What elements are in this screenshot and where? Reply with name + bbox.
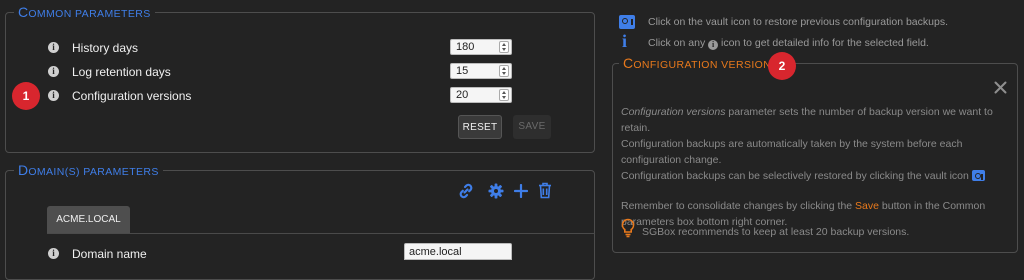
domain-name-label: Domain name xyxy=(72,247,147,261)
stepper-icon[interactable] xyxy=(499,41,509,53)
info-icon[interactable]: i xyxy=(48,42,59,53)
info-icon[interactable]: i xyxy=(48,90,59,101)
link-icon[interactable] xyxy=(457,182,475,200)
recommendation-text: SGBox recommends to keep at least 20 bac… xyxy=(642,226,910,238)
stepper-icon[interactable] xyxy=(499,65,509,77)
help-line-2: Configuration backups are automatically … xyxy=(621,138,963,166)
common-parameters-box: COMMON PARAMETERS xyxy=(5,4,595,153)
help-description: Configuration versions parameter sets th… xyxy=(621,104,1011,230)
stepper-icon[interactable] xyxy=(499,89,509,101)
save-button[interactable]: SAVE xyxy=(513,115,551,139)
reset-button[interactable]: RESET xyxy=(458,115,502,139)
info-tip: Click on any i icon to get detailed info… xyxy=(648,37,929,50)
step-badge-1: 1 xyxy=(12,82,40,110)
trash-icon[interactable] xyxy=(538,182,552,199)
configuration-versions-legend: CONFIGURATION VERSIONS xyxy=(619,55,783,73)
lightbulb-icon xyxy=(621,218,635,238)
vault-icon xyxy=(619,15,635,29)
common-parameters-legend: COMMON PARAMETERS xyxy=(14,4,155,22)
close-icon[interactable] xyxy=(994,81,1007,94)
domain-parameters-legend: DOMAIN(S) PARAMETERS xyxy=(14,162,163,180)
domain-name-field[interactable]: acme.local xyxy=(404,243,512,260)
help-line-3: Configuration backups can be selectively… xyxy=(621,168,1011,184)
vault-tip: Click on the vault icon to restore previ… xyxy=(648,16,948,28)
log-retention-days-input[interactable]: 15 xyxy=(450,63,512,79)
info-i-icon: i xyxy=(622,31,628,51)
gear-icon[interactable] xyxy=(488,183,504,199)
vault-icon xyxy=(971,170,985,181)
history-days-input[interactable]: 180 xyxy=(450,39,512,55)
info-icon: i xyxy=(708,40,719,50)
step-badge-2: 2 xyxy=(768,52,796,80)
log-retention-days-label: Log retention days xyxy=(72,65,171,79)
add-icon[interactable] xyxy=(514,184,528,198)
history-days-label: History days xyxy=(72,41,139,55)
info-icon[interactable]: i xyxy=(48,248,59,259)
configuration-versions-input[interactable]: 20 xyxy=(450,87,512,103)
help-line-1: Configuration versions parameter sets th… xyxy=(621,106,993,134)
tab-acme-local[interactable]: ACME.LOCAL xyxy=(47,206,130,233)
tab-divider xyxy=(47,233,595,234)
info-icon[interactable]: i xyxy=(48,66,59,77)
configuration-versions-label: Configuration versions xyxy=(72,89,192,103)
